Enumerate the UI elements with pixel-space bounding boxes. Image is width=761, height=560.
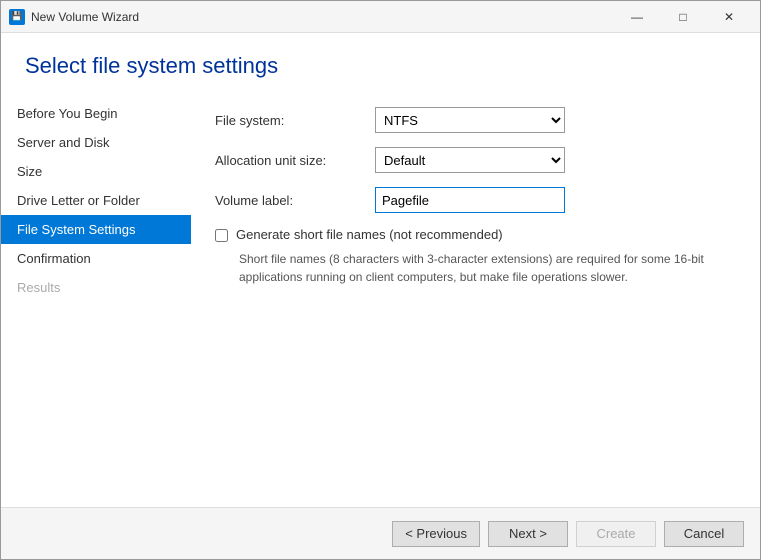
app-icon: 💾: [9, 9, 25, 25]
form-area: File system: NTFS ReFS FAT32 exFAT Alloc…: [191, 91, 760, 507]
main-window: 💾 New Volume Wizard — □ ✕ Select file sy…: [0, 0, 761, 560]
hint-text: Short file names (8 characters with 3-ch…: [239, 250, 719, 286]
allocation-control: Default 512 1024 2048 4096: [375, 147, 565, 173]
sidebar-item-before-you-begin[interactable]: Before You Begin: [1, 99, 191, 128]
sidebar-item-server-and-disk[interactable]: Server and Disk: [1, 128, 191, 157]
sidebar-item-results: Results: [1, 273, 191, 302]
previous-button[interactable]: < Previous: [392, 521, 480, 547]
volume-label-control: [375, 187, 565, 213]
create-button[interactable]: Create: [576, 521, 656, 547]
page-title: Select file system settings: [1, 33, 760, 91]
file-system-select[interactable]: NTFS ReFS FAT32 exFAT: [375, 107, 565, 133]
cancel-button[interactable]: Cancel: [664, 521, 744, 547]
next-button[interactable]: Next >: [488, 521, 568, 547]
short-filenames-checkbox[interactable]: [215, 229, 228, 242]
volume-label-row: Volume label:: [215, 187, 736, 213]
close-button[interactable]: ✕: [706, 1, 752, 33]
sidebar: Before You Begin Server and Disk Size Dr…: [1, 91, 191, 507]
content-area: Select file system settings Before You B…: [1, 33, 760, 507]
file-system-label: File system:: [215, 113, 375, 128]
sidebar-item-size[interactable]: Size: [1, 157, 191, 186]
file-system-row: File system: NTFS ReFS FAT32 exFAT: [215, 107, 736, 133]
footer: < Previous Next > Create Cancel: [1, 507, 760, 559]
sidebar-item-confirmation[interactable]: Confirmation: [1, 244, 191, 273]
window-title: New Volume Wizard: [31, 10, 614, 24]
allocation-label: Allocation unit size:: [215, 153, 375, 168]
allocation-row: Allocation unit size: Default 512 1024 2…: [215, 147, 736, 173]
minimize-button[interactable]: —: [614, 1, 660, 33]
file-system-control: NTFS ReFS FAT32 exFAT: [375, 107, 565, 133]
main-content: Before You Begin Server and Disk Size Dr…: [1, 91, 760, 507]
short-filenames-row: Generate short file names (not recommend…: [215, 227, 736, 242]
sidebar-item-file-system-settings[interactable]: File System Settings: [1, 215, 191, 244]
maximize-button[interactable]: □: [660, 1, 706, 33]
volume-label-input[interactable]: [375, 187, 565, 213]
volume-label-label: Volume label:: [215, 193, 375, 208]
window-controls: — □ ✕: [614, 1, 752, 33]
sidebar-item-drive-letter[interactable]: Drive Letter or Folder: [1, 186, 191, 215]
title-bar: 💾 New Volume Wizard — □ ✕: [1, 1, 760, 33]
short-filenames-label[interactable]: Generate short file names (not recommend…: [236, 227, 503, 242]
allocation-select[interactable]: Default 512 1024 2048 4096: [375, 147, 565, 173]
